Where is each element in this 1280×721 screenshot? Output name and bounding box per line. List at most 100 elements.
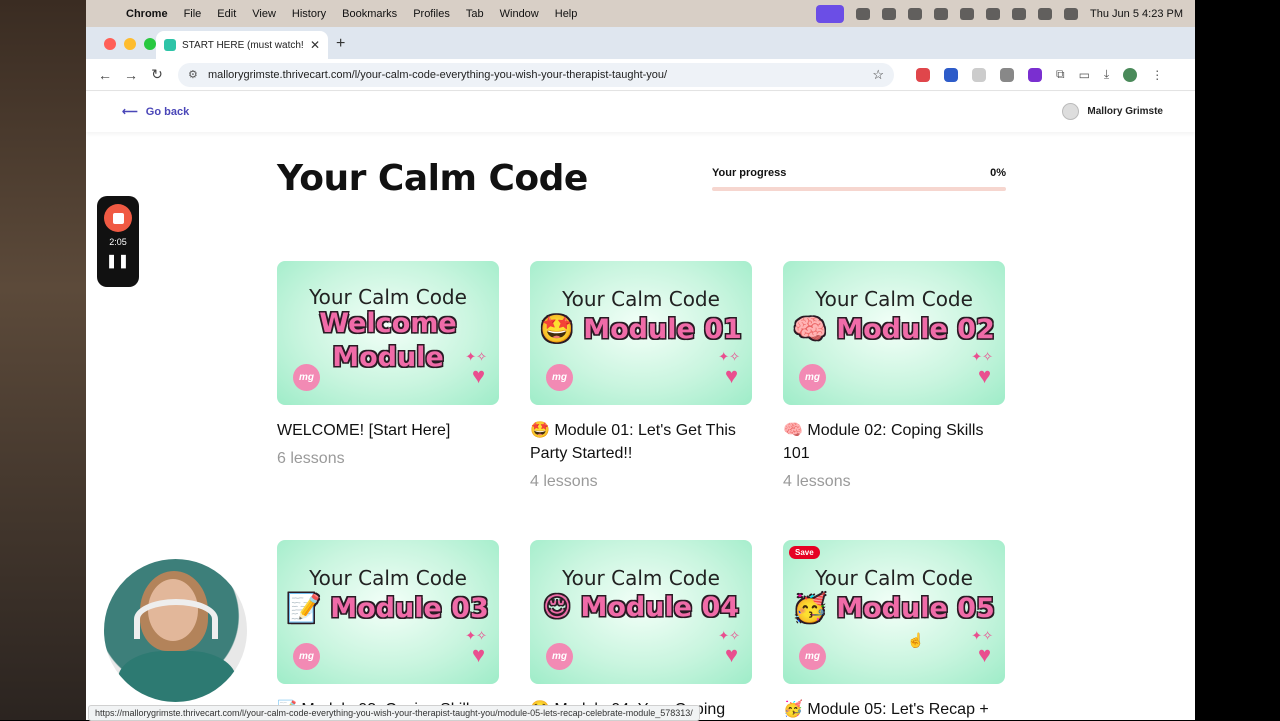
module-thumbnail[interactable]: Your Calm Code 📝 Module 03 mg ✦✧ ♥ xyxy=(277,540,499,684)
letterbox xyxy=(1195,0,1280,720)
extension-icon[interactable] xyxy=(1028,67,1042,82)
address-bar[interactable]: ⚙ mallorygrimste.thrivecart.com/l/your-c… xyxy=(178,62,894,87)
menu-help[interactable]: Help xyxy=(555,8,578,20)
thumbnail-brand-text: Your Calm Code xyxy=(815,287,973,311)
pointer-hand-icon: ☝ xyxy=(907,632,925,648)
module-card[interactable]: Your Calm Code 📝 Module 03 mg ✦✧ ♥ 📝 Mod… xyxy=(277,540,499,720)
link-status-bar: https://mallorygrimste.thrivecart.com/l/… xyxy=(88,705,700,721)
profile-avatar-icon[interactable] xyxy=(1123,67,1138,82)
desktop-background xyxy=(0,0,86,720)
course-header: ⟵ Go back Mallory Grimste xyxy=(86,92,1195,132)
mg-logo: mg xyxy=(293,643,320,670)
user-menu[interactable]: Mallory Grimste xyxy=(1062,103,1163,120)
module-card[interactable]: Your Calm Code 🧠 Module 02 mg ✦✧ ♥ 🧠 Mod… xyxy=(783,261,1005,491)
menu-file[interactable]: File xyxy=(184,8,202,20)
forward-arrow-icon[interactable]: → xyxy=(118,67,144,83)
module-card[interactable]: Your Calm Code 😌 Module 04 mg ✦✧ ♥ 😌 Mod… xyxy=(530,540,752,720)
menu-profiles[interactable]: Profiles xyxy=(413,8,450,20)
download-icon[interactable]: ⤓ xyxy=(1104,67,1109,82)
thrivecart-favicon-icon xyxy=(164,39,176,51)
module-title[interactable]: 🧠 Module 02: Coping Skills 101 xyxy=(783,419,1005,465)
avatar xyxy=(1062,103,1080,120)
tray-app-icon[interactable] xyxy=(908,7,923,20)
menu-app-name[interactable]: Chrome xyxy=(126,8,168,20)
thumbnail-module-text: 🧠 Module 02 xyxy=(793,314,995,345)
module-title[interactable]: 🤩 Module 01: Let's Get This Party Starte… xyxy=(530,419,752,465)
extension-icon[interactable] xyxy=(916,67,930,82)
module-thumbnail[interactable]: Your Calm Code 🤩 Module 01 mg ✦✧ ♥ xyxy=(530,261,752,405)
reload-icon[interactable]: ↻ xyxy=(144,66,170,83)
new-tab-button[interactable]: + xyxy=(336,35,345,53)
maximize-window-button[interactable] xyxy=(144,38,156,50)
back-arrow-icon[interactable]: ← xyxy=(92,67,118,83)
module-thumbnail[interactable]: Your Calm Code Welcome Module mg ✦✧ ♥ xyxy=(277,261,499,405)
recording-timer: 2:05 xyxy=(109,237,127,247)
wifi-icon[interactable] xyxy=(986,7,1001,20)
search-icon[interactable] xyxy=(1012,7,1027,20)
course-progress: Your progress 0% xyxy=(712,167,1006,191)
extension-icon[interactable] xyxy=(972,67,986,82)
close-tab-icon[interactable]: ✕ xyxy=(310,38,320,52)
pinterest-save-button[interactable]: Save xyxy=(789,546,820,559)
browser-toolbar: ← → ↻ ⚙ mallorygrimste.thrivecart.com/l/… xyxy=(86,59,1195,91)
close-window-button[interactable] xyxy=(104,38,116,50)
module-card[interactable]: Your Calm Code Welcome Module mg ✦✧ ♥ WE… xyxy=(277,261,499,468)
mg-logo: mg xyxy=(546,364,573,391)
heart-icon: ♥ xyxy=(977,363,991,388)
bookmark-star-icon[interactable]: ☆ xyxy=(872,67,884,83)
puzzle-icon[interactable]: ⧉ xyxy=(1056,67,1065,82)
more-menu-icon[interactable]: ⋮ xyxy=(1151,68,1163,82)
screen-recorder-tray-icon[interactable] xyxy=(816,4,845,23)
user-name: Mallory Grimste xyxy=(1087,106,1163,117)
menu-window[interactable]: Window xyxy=(500,8,539,20)
tray-app-icon[interactable] xyxy=(856,7,871,20)
menu-history[interactable]: History xyxy=(292,8,326,20)
webcam-bubble[interactable] xyxy=(102,557,249,704)
lesson-count: 6 lessons xyxy=(277,450,345,467)
menu-view[interactable]: View xyxy=(252,8,276,20)
stop-icon xyxy=(112,212,124,224)
url-text[interactable]: mallorygrimste.thrivecart.com/l/your-cal… xyxy=(208,69,872,81)
menu-bookmarks[interactable]: Bookmarks xyxy=(342,8,397,20)
tab-title: START HERE (must watch!) » xyxy=(182,39,304,51)
module-card[interactable]: Save Your Calm Code 🥳 Module 05 mg ✦✧ ♥ … xyxy=(783,540,1005,720)
control-center-icon[interactable] xyxy=(1038,7,1053,20)
window-controls xyxy=(104,38,156,50)
tab-active[interactable]: START HERE (must watch!) » ✕ xyxy=(156,31,328,59)
module-title[interactable]: 🥳 Module 05: Let's Recap + xyxy=(783,698,1005,720)
heart-icon: ♥ xyxy=(724,363,738,388)
thumbnail-brand-text: Your Calm Code xyxy=(562,287,720,311)
module-card[interactable]: Your Calm Code 🤩 Module 01 mg ✦✧ ♥ 🤩 Mod… xyxy=(530,261,752,491)
extension-icon[interactable] xyxy=(1000,67,1014,82)
siri-icon[interactable] xyxy=(1064,7,1079,20)
mg-logo: mg xyxy=(293,364,320,391)
menubar-clock[interactable]: Thu Jun 5 4:23 PM xyxy=(1090,8,1183,20)
stop-recording-button[interactable] xyxy=(104,204,132,232)
lesson-count: 4 lessons xyxy=(783,473,851,490)
site-settings-icon[interactable]: ⚙ xyxy=(188,68,200,81)
password-manager-icon[interactable] xyxy=(944,67,958,82)
menu-edit[interactable]: Edit xyxy=(217,8,236,20)
pause-icon[interactable]: ❚❚ xyxy=(106,253,130,269)
tray-app-icon[interactable] xyxy=(934,7,949,20)
progress-value: 0% xyxy=(990,167,1006,179)
mg-logo: mg xyxy=(799,643,826,670)
heart-icon: ♥ xyxy=(471,642,485,667)
tray-app-icon[interactable] xyxy=(882,7,897,20)
arrow-left-icon: ⟵ xyxy=(122,106,138,118)
thumbnail-module-text: 🤩 Module 01 xyxy=(540,314,742,345)
module-thumbnail[interactable]: Your Calm Code 🧠 Module 02 mg ✦✧ ♥ xyxy=(783,261,1005,405)
thumbnail-module-text: 🥳 Module 05 xyxy=(793,593,995,624)
extensions-area: ⧉ ▭ ⤓ ⋮ xyxy=(916,67,1163,82)
side-panel-icon[interactable]: ▭ xyxy=(1079,68,1090,82)
module-thumbnail[interactable]: Your Calm Code 😌 Module 04 mg ✦✧ ♥ xyxy=(530,540,752,684)
screen-recorder-widget: 2:05 ❚❚ xyxy=(97,196,139,287)
go-back-link[interactable]: ⟵ Go back xyxy=(122,105,190,119)
minimize-window-button[interactable] xyxy=(124,38,136,50)
go-back-label: Go back xyxy=(145,105,190,118)
battery-icon[interactable] xyxy=(960,7,975,20)
module-title[interactable]: WELCOME! [Start Here] xyxy=(277,419,499,442)
menu-tab[interactable]: Tab xyxy=(466,8,484,20)
webcam-person-body xyxy=(118,651,236,702)
module-thumbnail[interactable]: Save Your Calm Code 🥳 Module 05 mg ✦✧ ♥ xyxy=(783,540,1005,684)
